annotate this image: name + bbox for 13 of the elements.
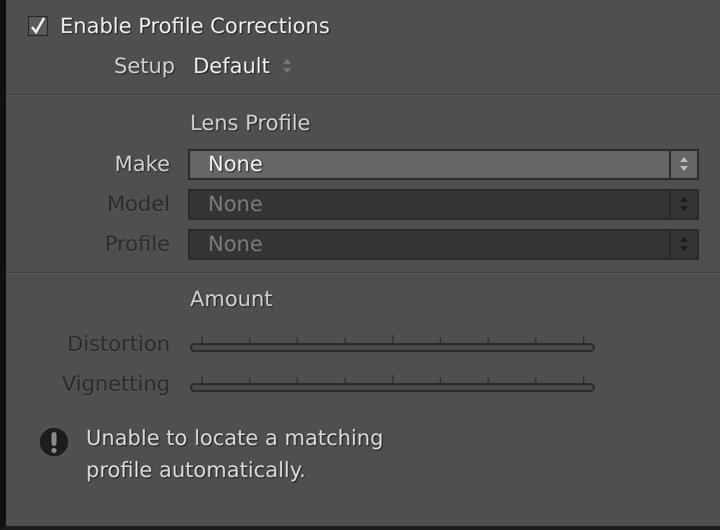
- setup-label: Setup: [114, 54, 176, 78]
- warning-icon: [38, 426, 70, 458]
- lens-profile-heading: Lens Profile: [190, 111, 310, 135]
- up-down-arrows-icon: [282, 58, 292, 74]
- setup-dropdown[interactable]: Default: [193, 54, 292, 78]
- up-down-arrows-icon: [679, 156, 689, 172]
- amount-heading: Amount: [190, 287, 273, 311]
- lens-dropdown[interactable]: None: [188, 148, 699, 180]
- checkmark-icon: [30, 17, 46, 35]
- field-label: Make: [114, 152, 170, 176]
- warning-message: Unable to locate a matching profile automatically.: [86, 425, 384, 484]
- checkbox[interactable]: [28, 16, 48, 36]
- enable-profile-corrections-label: Enable Profile Corrections: [60, 14, 330, 38]
